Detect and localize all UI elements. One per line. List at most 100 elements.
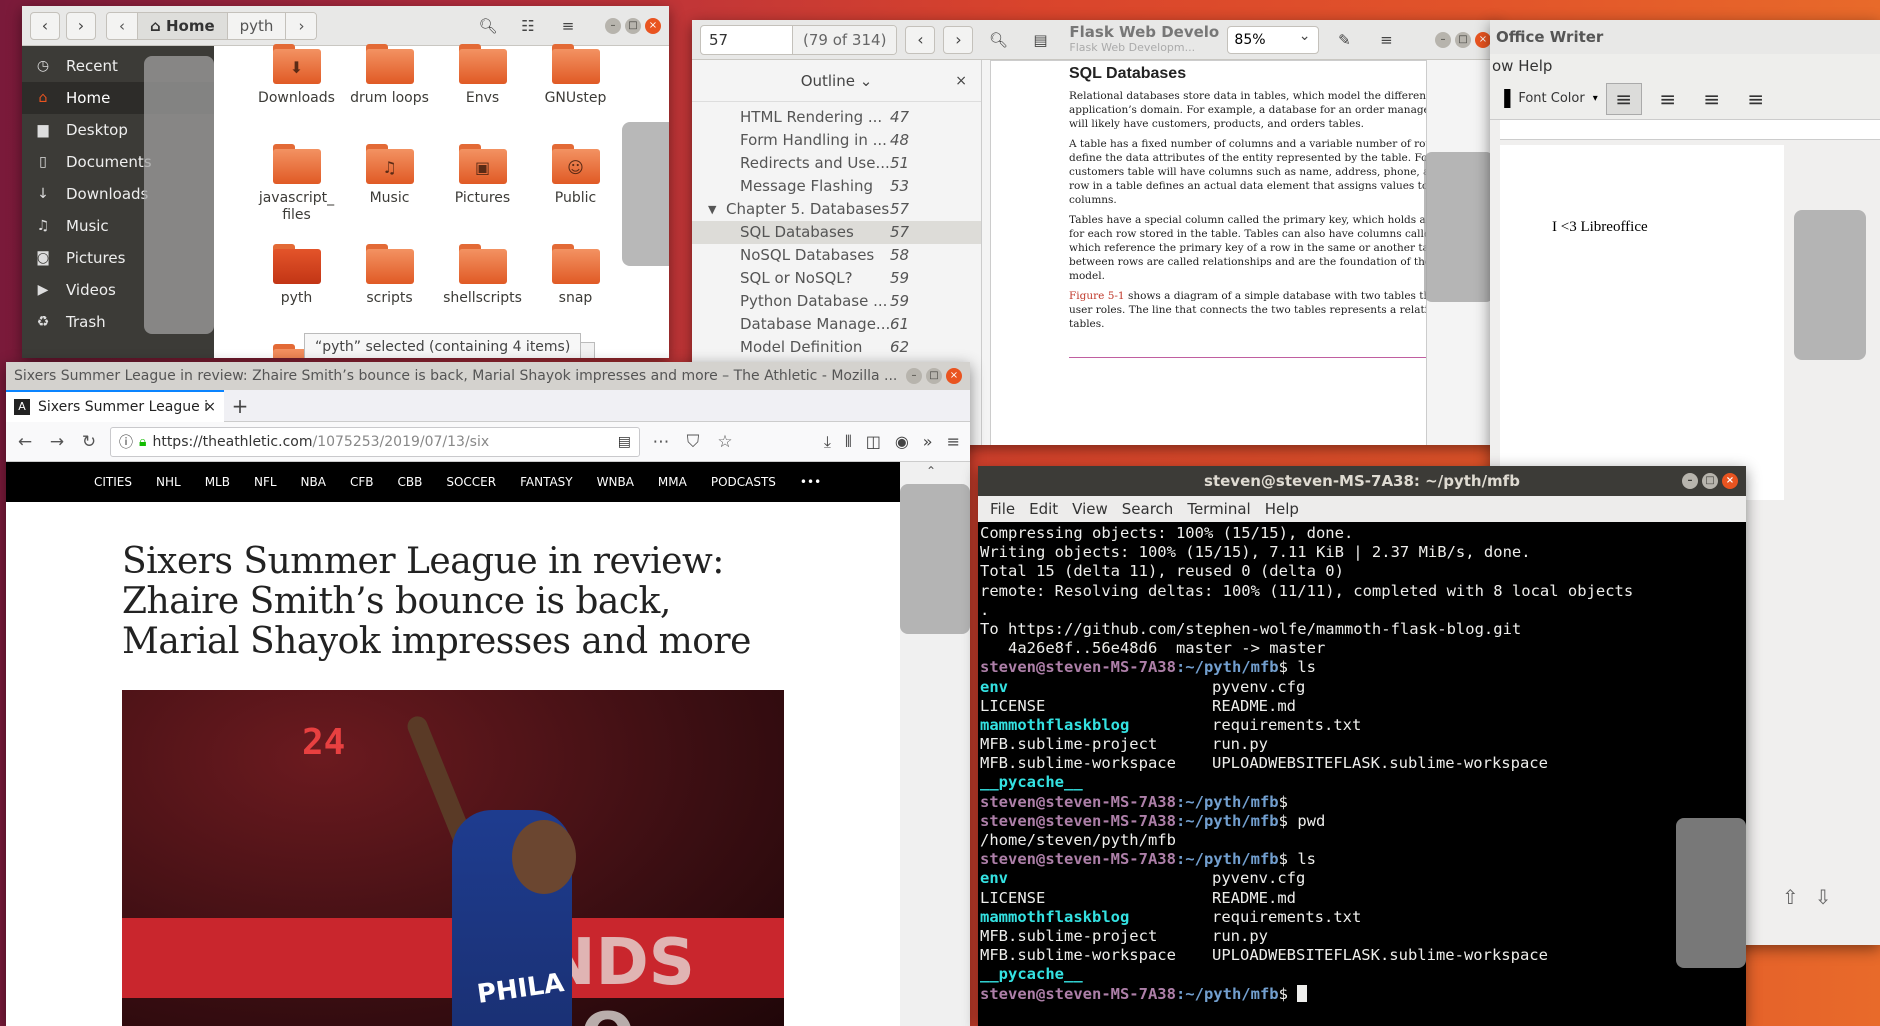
file-item[interactable]: javascript_ files xyxy=(250,136,343,230)
tab-athletic[interactable]: A Sixers Summer League in review × xyxy=(6,389,224,422)
file-item[interactable]: ▣ Pictures xyxy=(436,136,529,230)
file-item[interactable]: pyth xyxy=(250,236,343,330)
outline-item[interactable]: Python Database ... 59 xyxy=(692,290,981,313)
file-item[interactable]: ☺ Public xyxy=(529,136,622,230)
outline-item[interactable]: ▼ Chapter 5. Databases 57 xyxy=(692,198,981,221)
font-color-button[interactable]: Font Color xyxy=(1518,91,1584,106)
outline-item[interactable]: Model Definition 62 xyxy=(692,336,981,359)
site-nav-nhl[interactable]: NHL xyxy=(156,475,181,489)
annotate-icon[interactable]: ✎ xyxy=(1327,26,1361,54)
breadcrumb-left-arrow[interactable]: ‹ xyxy=(107,12,138,39)
file-item[interactable]: ⬇ Downloads xyxy=(250,36,343,130)
outline-item[interactable]: SQL Databases 57 xyxy=(692,221,981,244)
minimize-button[interactable]: – xyxy=(605,17,621,34)
reload-icon[interactable]: ↻ xyxy=(78,432,100,452)
file-item[interactable]: ♫ Music xyxy=(343,136,436,230)
file-item[interactable]: Envs xyxy=(436,36,529,130)
previous-page-icon[interactable]: ⇧ xyxy=(1782,885,1799,915)
align-center-icon[interactable]: ≡ xyxy=(1650,83,1686,115)
info-icon[interactable]: ⓘ xyxy=(119,432,133,452)
outline-item[interactable]: SQL or NoSQL? 59 xyxy=(692,267,981,290)
site-nav-nfl[interactable]: NFL xyxy=(254,475,277,489)
sidebar-scrollbar[interactable] xyxy=(144,56,214,334)
terminal-menu-view[interactable]: View xyxy=(1072,500,1108,518)
outline-item[interactable]: HTML Rendering ... 47 xyxy=(692,106,981,129)
close-tab-icon[interactable]: × xyxy=(204,399,216,415)
back-icon[interactable]: ← xyxy=(14,432,36,452)
close-icon[interactable]: × xyxy=(955,60,967,102)
document-scrollbar[interactable] xyxy=(1424,152,1494,302)
page-selector[interactable]: 57 (79 of 314) xyxy=(700,24,898,55)
align-left-icon[interactable]: ≡ xyxy=(1605,82,1642,115)
library-icon[interactable]: ⫴ xyxy=(845,432,852,452)
figure-reference-link[interactable]: Figure 5-1 xyxy=(1069,290,1125,302)
page-scrollbar[interactable] xyxy=(900,484,970,634)
search-icon[interactable]: 🔍︎ xyxy=(981,26,1015,54)
new-tab-button[interactable]: + xyxy=(224,394,256,418)
previous-page-button[interactable]: ‹ xyxy=(905,25,936,54)
site-nav-nba[interactable]: NBA xyxy=(301,475,326,489)
file-view-scrollbar[interactable] xyxy=(622,122,669,266)
menu-icon[interactable]: ≡ xyxy=(1369,26,1403,54)
minimize-button[interactable]: – xyxy=(1435,31,1451,48)
terminal-menu-terminal[interactable]: Terminal xyxy=(1187,500,1250,518)
document-text[interactable]: I <3 Libreoffice xyxy=(1552,219,1648,236)
page-nav-buttons[interactable]: ⇧ ⇩ xyxy=(1782,885,1880,915)
expander-icon[interactable]: ▼ xyxy=(708,198,716,221)
terminal-menu-file[interactable]: File xyxy=(990,500,1015,518)
outline-item[interactable]: Database Manage... 61 xyxy=(692,313,981,336)
justify-icon[interactable]: ≡ xyxy=(1738,83,1774,115)
download-icon[interactable]: ⤓ xyxy=(824,432,831,452)
close-button[interactable]: × xyxy=(946,368,962,384)
menu-icon[interactable]: ≡ xyxy=(947,432,960,452)
outline-item[interactable]: Message Flashing 53 xyxy=(692,175,981,198)
minimize-button[interactable]: – xyxy=(1682,473,1698,489)
site-nav-cities[interactable]: CITIES xyxy=(94,475,132,489)
next-page-button[interactable]: › xyxy=(943,25,974,54)
site-nav-soccer[interactable]: SOCCER xyxy=(446,475,496,489)
maximize-button[interactable]: □ xyxy=(926,368,942,384)
font-color-icon[interactable]: ▐ xyxy=(1498,89,1510,108)
close-button[interactable]: × xyxy=(1475,31,1491,48)
writer-page[interactable]: I <3 Libreoffice xyxy=(1500,145,1784,500)
site-nav-fantasy[interactable]: FANTASY xyxy=(520,475,573,489)
minimize-button[interactable]: – xyxy=(906,368,922,384)
breadcrumb-home[interactable]: ⌂ Home xyxy=(138,12,228,39)
next-page-icon[interactable]: ⇩ xyxy=(1815,885,1832,915)
back-button[interactable]: ‹ xyxy=(30,11,60,40)
pocket-icon[interactable]: ⛉ xyxy=(682,432,704,452)
article-photo[interactable]: 24 NDS LO PHILA xyxy=(122,690,784,1026)
maximize-button[interactable]: □ xyxy=(1702,473,1718,489)
site-nav-podcasts[interactable]: PODCASTS xyxy=(711,475,776,489)
url-bar[interactable]: ⓘ 🔒︎ https://theathletic.com/1075253/201… xyxy=(110,426,640,457)
page-actions-icon[interactable]: ⋯ xyxy=(650,432,672,452)
reader-view-icon[interactable]: ▤ xyxy=(618,434,631,450)
ruler[interactable] xyxy=(1500,120,1880,140)
lock-icon[interactable]: 🔒︎ xyxy=(139,434,146,450)
outline-item[interactable]: Redirects and Use... 51 xyxy=(692,152,981,175)
page-number-input[interactable]: 57 xyxy=(701,25,793,54)
zoom-select[interactable]: 85% xyxy=(1227,23,1320,54)
file-item[interactable]: snap xyxy=(529,236,622,330)
terminal-menu-search[interactable]: Search xyxy=(1122,500,1174,518)
terminal-menu-help[interactable]: Help xyxy=(1265,500,1299,518)
breadcrumb-pyth[interactable]: pyth xyxy=(227,12,287,39)
maximize-button[interactable]: □ xyxy=(625,17,641,34)
outline-item[interactable]: NoSQL Databases 58 xyxy=(692,244,981,267)
site-nav-mma[interactable]: MMA xyxy=(658,475,687,489)
terminal-output[interactable]: Compressing objects: 100% (15/15), done.… xyxy=(978,522,1746,1026)
bookmark-star-icon[interactable]: ☆ xyxy=(714,432,736,452)
maximize-button[interactable]: □ xyxy=(1455,31,1471,48)
writer-menubar[interactable]: ow Help xyxy=(1490,54,1880,78)
file-item[interactable]: GNUstep xyxy=(529,36,622,130)
more-icon[interactable]: ••• xyxy=(800,475,821,489)
writer-scrollbar[interactable] xyxy=(1794,210,1866,360)
breadcrumb-right-arrow[interactable]: › xyxy=(286,12,317,39)
terminal-scrollbar[interactable] xyxy=(1676,818,1746,968)
close-button[interactable]: × xyxy=(1722,473,1738,489)
file-item[interactable]: scripts xyxy=(343,236,436,330)
terminal-menu-edit[interactable]: Edit xyxy=(1029,500,1058,518)
site-nav-wnba[interactable]: WNBA xyxy=(597,475,634,489)
site-nav-mlb[interactable]: MLB xyxy=(205,475,230,489)
outline-header[interactable]: Outline ⌄ × xyxy=(692,60,981,102)
